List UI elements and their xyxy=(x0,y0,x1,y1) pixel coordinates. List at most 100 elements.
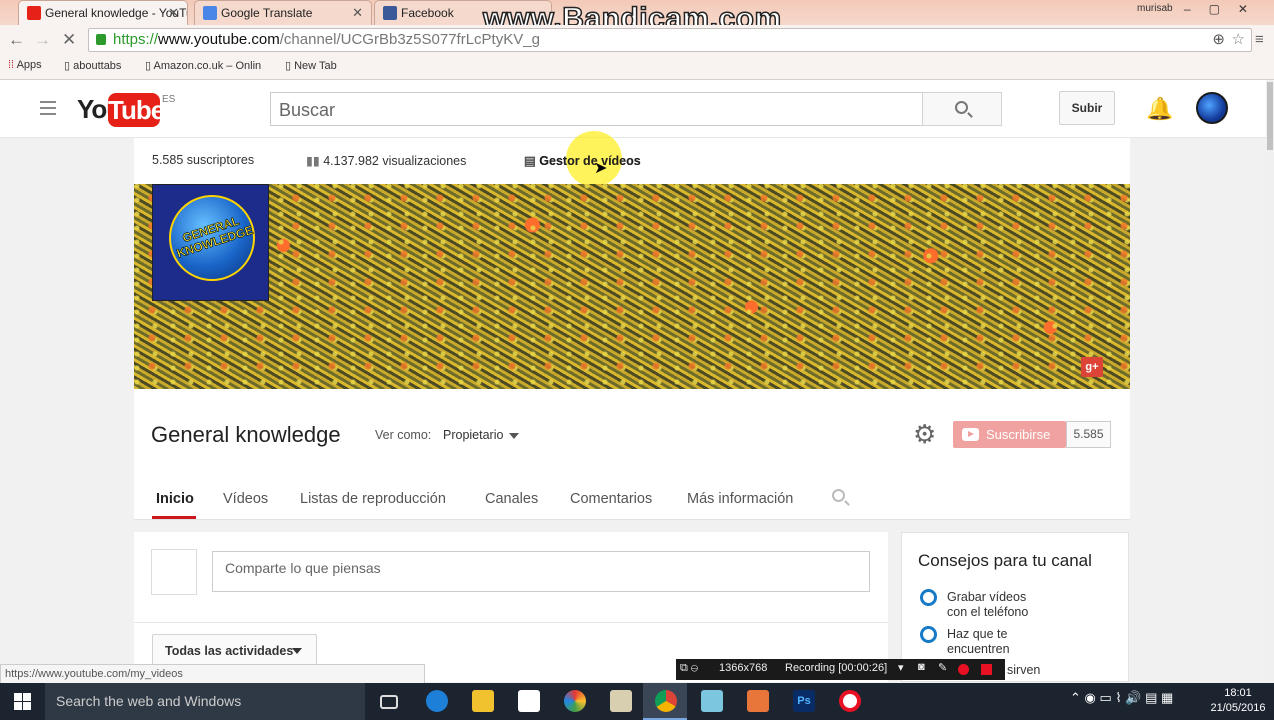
subscribe-label: Suscribirse xyxy=(986,427,1051,442)
bell-icon[interactable]: 🔔 xyxy=(1146,96,1173,122)
feed-avatar xyxy=(151,549,197,595)
tip-status-icon[interactable] xyxy=(920,626,937,643)
bookmark-new-tab[interactable]: ▯ New Tab xyxy=(285,59,337,72)
youtube-play-icon xyxy=(962,428,979,441)
channel-logo[interactable]: GENERAL KNOWLEDGE xyxy=(152,184,269,301)
pencil-icon[interactable]: ✎ xyxy=(938,661,947,674)
forward-icon[interactable]: → xyxy=(34,30,51,50)
view-count-label: 4.137.982 visualizaciones xyxy=(323,154,467,168)
scrollbar[interactable] xyxy=(1266,80,1274,685)
youtube-logo-tube[interactable]: Tube xyxy=(108,93,165,127)
banner-flowers xyxy=(134,184,1130,389)
search-input[interactable]: Buscar xyxy=(270,92,923,126)
bandicam-icon[interactable] xyxy=(839,690,861,712)
star-icon[interactable]: ☆ xyxy=(1232,30,1245,48)
apps-grid-icon: ⁞⁞ xyxy=(8,59,17,71)
tab-inicio[interactable]: Inicio xyxy=(156,491,194,507)
hamburger-menu-icon[interactable] xyxy=(40,101,56,115)
app-icon[interactable] xyxy=(701,690,723,712)
tab-channels[interactable]: Canales xyxy=(485,491,538,507)
gear-icon[interactable]: ⚙ xyxy=(913,421,936,447)
tab-google-translate[interactable]: Google Translate ✕ xyxy=(194,0,372,25)
tab-playlists[interactable]: Listas de reproducción xyxy=(300,491,446,507)
bookmark-apps[interactable]: ⁞⁞ Apps xyxy=(8,59,42,71)
divider xyxy=(134,622,888,623)
view-count[interactable]: ▮▮ 4.137.982 visualizaciones xyxy=(306,153,466,168)
taskbar-search[interactable]: Search the web and Windows xyxy=(45,683,365,720)
channel-banner xyxy=(134,184,1130,389)
bookmark-amazon[interactable]: ▯ Amazon.co.uk – Onlin xyxy=(145,59,261,72)
back-icon[interactable]: ← xyxy=(8,30,25,50)
close-icon[interactable]: ✕ xyxy=(168,5,179,21)
bookmark-label: Amazon.co.uk – Onlin xyxy=(153,60,262,72)
tab-about[interactable]: Más información xyxy=(687,491,793,507)
url-scheme: https:// xyxy=(113,31,159,48)
pause-icon[interactable] xyxy=(958,664,969,675)
system-tray[interactable]: ⌃ ◉ ▭ ⌇ 🔊 ▤ ▦ xyxy=(1070,690,1173,706)
close-icon[interactable]: ✕ xyxy=(352,5,363,21)
status-bar-url: https://www.youtube.com/my_videos xyxy=(0,664,425,684)
picasa-icon[interactable] xyxy=(564,690,586,712)
video-manager-link-overlay: ▤ Gestor de vídeos xyxy=(524,154,641,168)
address-bar[interactable]: https://www.youtube.com/channel/UCGrBb3z… xyxy=(88,28,1252,52)
clock-time: 18:01 xyxy=(1224,687,1252,699)
tips-title: Consejos para tu canal xyxy=(918,551,1092,570)
app-icon[interactable] xyxy=(610,690,632,712)
google-plus-icon[interactable]: g+ xyxy=(1081,357,1103,377)
tab-comments[interactable]: Comentarios xyxy=(570,491,652,507)
subscribe-count: 5.585 xyxy=(1066,421,1111,448)
stop-icon[interactable]: ✕ xyxy=(62,30,76,50)
video-manager-label: Gestor de vídeos xyxy=(539,154,641,168)
bookmark-label: abouttabs xyxy=(73,60,122,72)
active-tab-indicator xyxy=(152,516,196,519)
tab-videos[interactable]: Vídeos xyxy=(223,491,268,507)
bookmark-label: New Tab xyxy=(294,60,337,72)
recorder-resolution: 1366x768 xyxy=(719,662,768,674)
channel-search-icon[interactable] xyxy=(832,489,845,502)
url-host: www.youtube.com xyxy=(158,31,280,48)
tab-label: Google Translate xyxy=(221,6,313,20)
profile-name[interactable]: murisab xyxy=(1137,3,1173,14)
search-icon xyxy=(955,101,968,114)
view-as-label: Ver como: xyxy=(375,428,432,442)
clock[interactable]: 18:01 21/05/2016 xyxy=(1200,686,1274,716)
view-as-dropdown[interactable]: Propietario xyxy=(443,428,521,442)
tip-item[interactable]: Haz que te encuentren xyxy=(947,627,1010,657)
recorder-status: Recording [00:00:26] xyxy=(785,662,888,674)
camera-icon[interactable]: ◙ xyxy=(918,661,925,673)
tip-status-icon[interactable] xyxy=(920,589,937,606)
tip-item[interactable]: Grabar vídeos con el teléfono xyxy=(947,590,1028,620)
app-icon[interactable] xyxy=(747,690,769,712)
bookmark-abouttabs[interactable]: ▯ abouttabs xyxy=(64,59,121,72)
window-controls[interactable]: –▢✕ xyxy=(1184,2,1266,16)
zoom-icon[interactable]: ⊕ xyxy=(1212,30,1225,48)
edge-icon[interactable] xyxy=(426,690,448,712)
tip-item-partial[interactable]: sirven xyxy=(1007,663,1040,677)
stop-record-icon[interactable] xyxy=(981,664,992,675)
upload-button[interactable]: Subir xyxy=(1059,91,1115,125)
page-icon: ▯ xyxy=(145,60,154,72)
search-button[interactable] xyxy=(922,92,1002,126)
zoom-icon[interactable]: ⊖ xyxy=(691,662,698,674)
activity-filter-dropdown[interactable]: Todas las actividades xyxy=(152,634,317,666)
chrome-icon[interactable] xyxy=(655,690,677,712)
scrollbar-thumb[interactable] xyxy=(1267,82,1273,150)
dropdown-icon[interactable]: ▾ xyxy=(898,661,904,674)
subscribe-button[interactable]: Suscribirse xyxy=(953,421,1066,448)
url-path: /channel/UCGrBb3z5S077frLcPtyKV_g xyxy=(279,31,540,48)
share-input[interactable]: Comparte lo que piensas xyxy=(212,551,870,592)
windows-start-icon[interactable] xyxy=(14,693,31,710)
tab-youtube[interactable]: General knowledge - YouTube ✕ xyxy=(18,0,188,25)
avatar[interactable] xyxy=(1196,92,1228,124)
recorder-bar: ⧉ ⊖ 1366x768 Recording [00:00:26] ▾ ◙ ✎ xyxy=(676,659,1005,680)
task-view-icon[interactable] xyxy=(380,695,398,709)
channel-name[interactable]: General knowledge xyxy=(151,422,341,448)
subscriber-count[interactable]: 5.585 suscriptores xyxy=(152,153,254,167)
menu-icon[interactable]: ≡ xyxy=(1255,31,1264,48)
file-explorer-icon[interactable] xyxy=(472,690,494,712)
tab-label: Facebook xyxy=(401,6,454,20)
photoshop-icon[interactable]: Ps xyxy=(793,690,815,712)
google-translate-favicon-icon xyxy=(203,6,217,20)
window-icon[interactable]: ⧉ xyxy=(680,662,691,674)
store-icon[interactable] xyxy=(518,690,540,712)
